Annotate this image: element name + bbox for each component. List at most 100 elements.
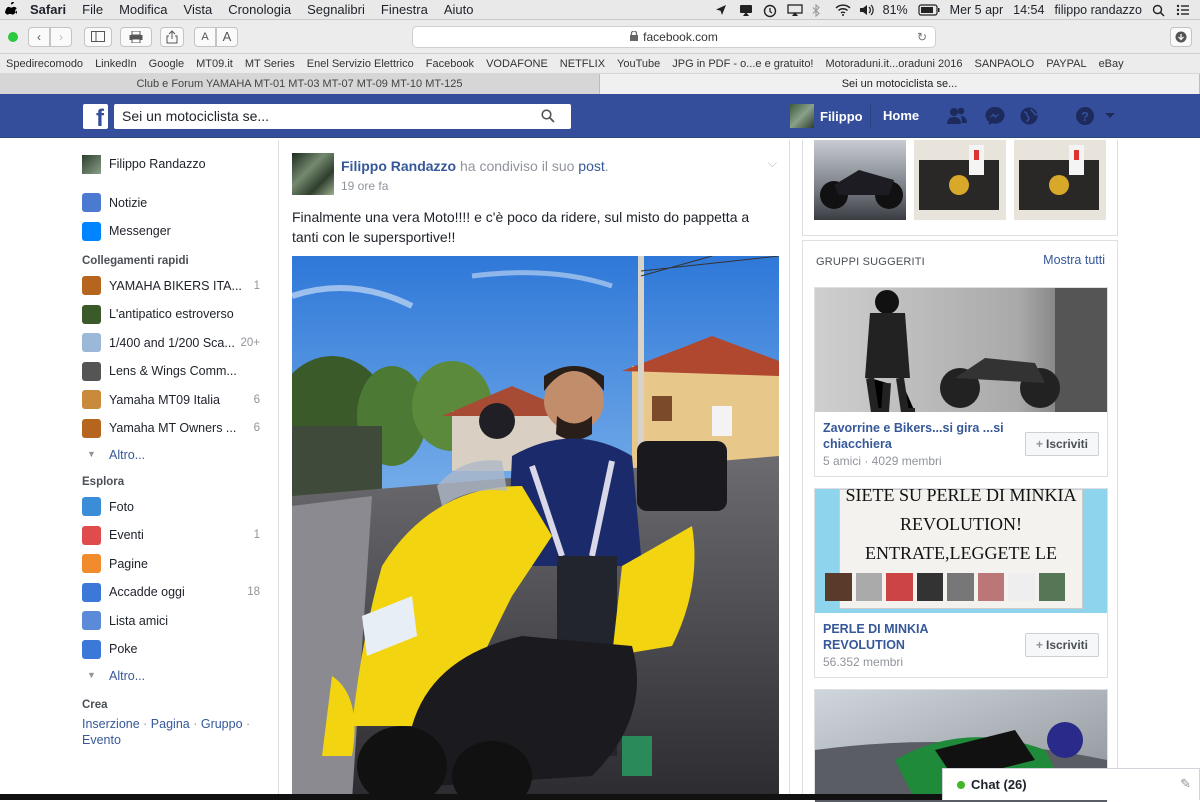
menu-finestra[interactable]: Finestra [373, 2, 436, 17]
sidebar-item-eventi[interactable]: Eventi 1 [82, 521, 272, 550]
reload-icon[interactable]: ↻ [917, 30, 927, 44]
messages-icon[interactable] [984, 106, 1006, 126]
friend-requests-icon[interactable] [946, 106, 968, 126]
font-smaller-button[interactable]: A [194, 26, 216, 47]
bookmark-spedirecomodo[interactable]: Spedirecomodo [0, 58, 89, 70]
show-all-link[interactable]: Mostra tutti [1043, 253, 1105, 267]
sidebar-item-lens-wings-comm[interactable]: Lens & Wings Comm... [82, 357, 272, 386]
bookmark-motoraduni-it-oraduni-2016[interactable]: Motoraduni.it...oraduni 2016 [820, 58, 969, 70]
chat-bar[interactable]: Chat (26) ✎ [942, 768, 1200, 800]
photo-thumbnail[interactable] [914, 140, 1006, 220]
tab-club-forum-yamaha[interactable]: Club e Forum YAMAHA MT-01 MT-03 MT-07 MT… [0, 74, 600, 94]
apple-icon[interactable] [0, 0, 22, 18]
menu-safari[interactable]: Safari [22, 2, 74, 17]
create-ad-link[interactable]: Inserzione [82, 717, 140, 731]
bluetooth-icon[interactable] [811, 3, 825, 17]
spotlight-icon[interactable] [1152, 4, 1166, 17]
menubar-user[interactable]: filippo randazzo [1054, 3, 1142, 17]
bookmark-mt-series[interactable]: MT Series [239, 58, 301, 70]
post-link[interactable]: post [578, 158, 604, 174]
help-icon[interactable]: ? [1074, 106, 1096, 126]
volume-icon[interactable] [859, 4, 874, 16]
create-page-link[interactable]: Pagina [151, 717, 190, 731]
airplay-icon[interactable] [739, 4, 753, 16]
sidebar-item-lista-amici[interactable]: Lista amici [82, 607, 272, 636]
sidebar-item-accadde-oggi[interactable]: Accadde oggi 18 [82, 578, 272, 607]
address-bar[interactable]: facebook.com ↻ [412, 26, 936, 48]
bookmark-mt09-it[interactable]: MT09.it [190, 58, 239, 70]
sidebar-item-pagine[interactable]: Pagine [82, 550, 272, 579]
profile-link[interactable]: Filippo [790, 104, 863, 128]
time-machine-icon[interactable] [763, 4, 777, 17]
notifications-globe-icon[interactable] [1018, 106, 1040, 126]
new-message-icon[interactable]: ✎ [1180, 776, 1191, 792]
group-cover-photo[interactable]: SIETE SU PERLE DI MINKIA REVOLUTION! ENT… [815, 489, 1107, 613]
bookmark-jpg-in-pdf-o-e-e-gratuito[interactable]: JPG in PDF - o...e e gratuito! [666, 58, 819, 70]
explore-more-link[interactable]: ▼ Altro... [82, 664, 272, 688]
menu-aiuto[interactable]: Aiuto [436, 2, 482, 17]
search-input[interactable]: Sei un motociclista se... [114, 104, 571, 129]
chevron-down-icon[interactable] [1104, 112, 1116, 120]
downloads-button[interactable] [1170, 27, 1192, 47]
sidebar-item-yamaha-mt09-italia[interactable]: Yamaha MT09 Italia 6 [82, 386, 272, 415]
bookmark-paypal[interactable]: PAYPAL [1040, 58, 1092, 70]
notification-center-icon[interactable] [1176, 4, 1190, 16]
bookmark-ebay[interactable]: eBay [1093, 58, 1130, 70]
post-author-avatar[interactable] [292, 153, 334, 195]
bookmark-google[interactable]: Google [143, 58, 190, 70]
photo-thumbnail[interactable] [814, 140, 906, 220]
sidebar-item-messenger[interactable]: Messenger [82, 217, 272, 246]
post-photo[interactable] [292, 256, 779, 800]
shortcuts-more-link[interactable]: ▼ Altro... [82, 443, 272, 467]
home-link[interactable]: Home [870, 104, 919, 128]
group-name[interactable]: PERLE DI MINKIA REVOLUTION [823, 621, 1013, 653]
sidebar-button[interactable] [84, 26, 112, 47]
location-icon[interactable] [715, 4, 729, 16]
menu-file[interactable]: File [74, 2, 111, 17]
photo-thumbnail[interactable] [1014, 140, 1106, 220]
menu-segnalibri[interactable]: Segnalibri [299, 2, 373, 17]
post-timestamp[interactable]: 19 ore fa [341, 179, 388, 193]
sidebar-item-1-400-and-1-200-sca[interactable]: 1/400 and 1/200 Sca... 20+ [82, 329, 272, 358]
sidebar-item-yamaha-mt-owners[interactable]: Yamaha MT Owners ... 6 [82, 414, 272, 443]
tab-sei-un-motociclista[interactable]: Sei un motociclista se... [600, 74, 1200, 94]
sidebar-item-notizie[interactable]: Notizie [82, 189, 272, 218]
window-zoom-button[interactable] [8, 31, 18, 42]
bookmark-linkedin[interactable]: LinkedIn [89, 58, 143, 70]
create-event-link[interactable]: Evento [82, 733, 121, 747]
back-button[interactable]: ‹ [28, 26, 50, 47]
wifi-icon[interactable] [835, 3, 851, 16]
menubar-time[interactable]: 14:54 [1013, 3, 1044, 17]
menu-vista[interactable]: Vista [176, 2, 221, 17]
group-name[interactable]: Zavorrine e Bikers...si gira ...si chiac… [823, 420, 1013, 452]
join-group-button[interactable]: + Iscriviti [1025, 432, 1099, 456]
create-group-link[interactable]: Gruppo [201, 717, 243, 731]
group-cover-photo[interactable] [815, 288, 1107, 412]
print-button[interactable] [120, 26, 152, 47]
battery-icon[interactable] [918, 3, 940, 16]
menubar-date[interactable]: Mer 5 apr [950, 3, 1004, 17]
group-avatar-icon [82, 390, 101, 410]
bookmark-facebook[interactable]: Facebook [420, 58, 480, 70]
bookmark-sanpaolo[interactable]: SANPAOLO [968, 58, 1040, 70]
menu-cronologia[interactable]: Cronologia [220, 2, 299, 17]
display-mirror-icon[interactable] [786, 3, 803, 16]
sidebar-item-l-antipatico-estroverso[interactable]: L'antipatico estroverso [82, 300, 272, 329]
menu-modifica[interactable]: Modifica [111, 2, 175, 17]
post-author-name[interactable]: Filippo Randazzo [341, 158, 456, 174]
join-group-button[interactable]: + Iscriviti [1025, 633, 1099, 657]
share-button[interactable] [160, 26, 184, 47]
bookmark-netflix[interactable]: NETFLIX [554, 58, 611, 70]
sidebar-item-foto[interactable]: Foto [82, 493, 272, 522]
sidebar-profile[interactable]: Filippo Randazzo [82, 150, 272, 179]
sidebar-item-poke[interactable]: Poke [82, 635, 272, 664]
forward-button[interactable]: › [50, 26, 72, 47]
font-larger-button[interactable]: A [216, 26, 238, 47]
bookmark-vodafone[interactable]: VODAFONE [480, 58, 554, 70]
bookmark-enel-servizio-elettrico[interactable]: Enel Servizio Elettrico [301, 58, 420, 70]
bookmark-youtube[interactable]: YouTube [611, 58, 666, 70]
sidebar-item-yamaha-bikers-ita[interactable]: YAMAHA BIKERS ITA... 1 [82, 272, 272, 301]
post-options-chevron-icon[interactable]: ⌵ [768, 156, 777, 171]
facebook-logo[interactable]: f [83, 104, 108, 129]
search-icon[interactable] [541, 109, 555, 123]
